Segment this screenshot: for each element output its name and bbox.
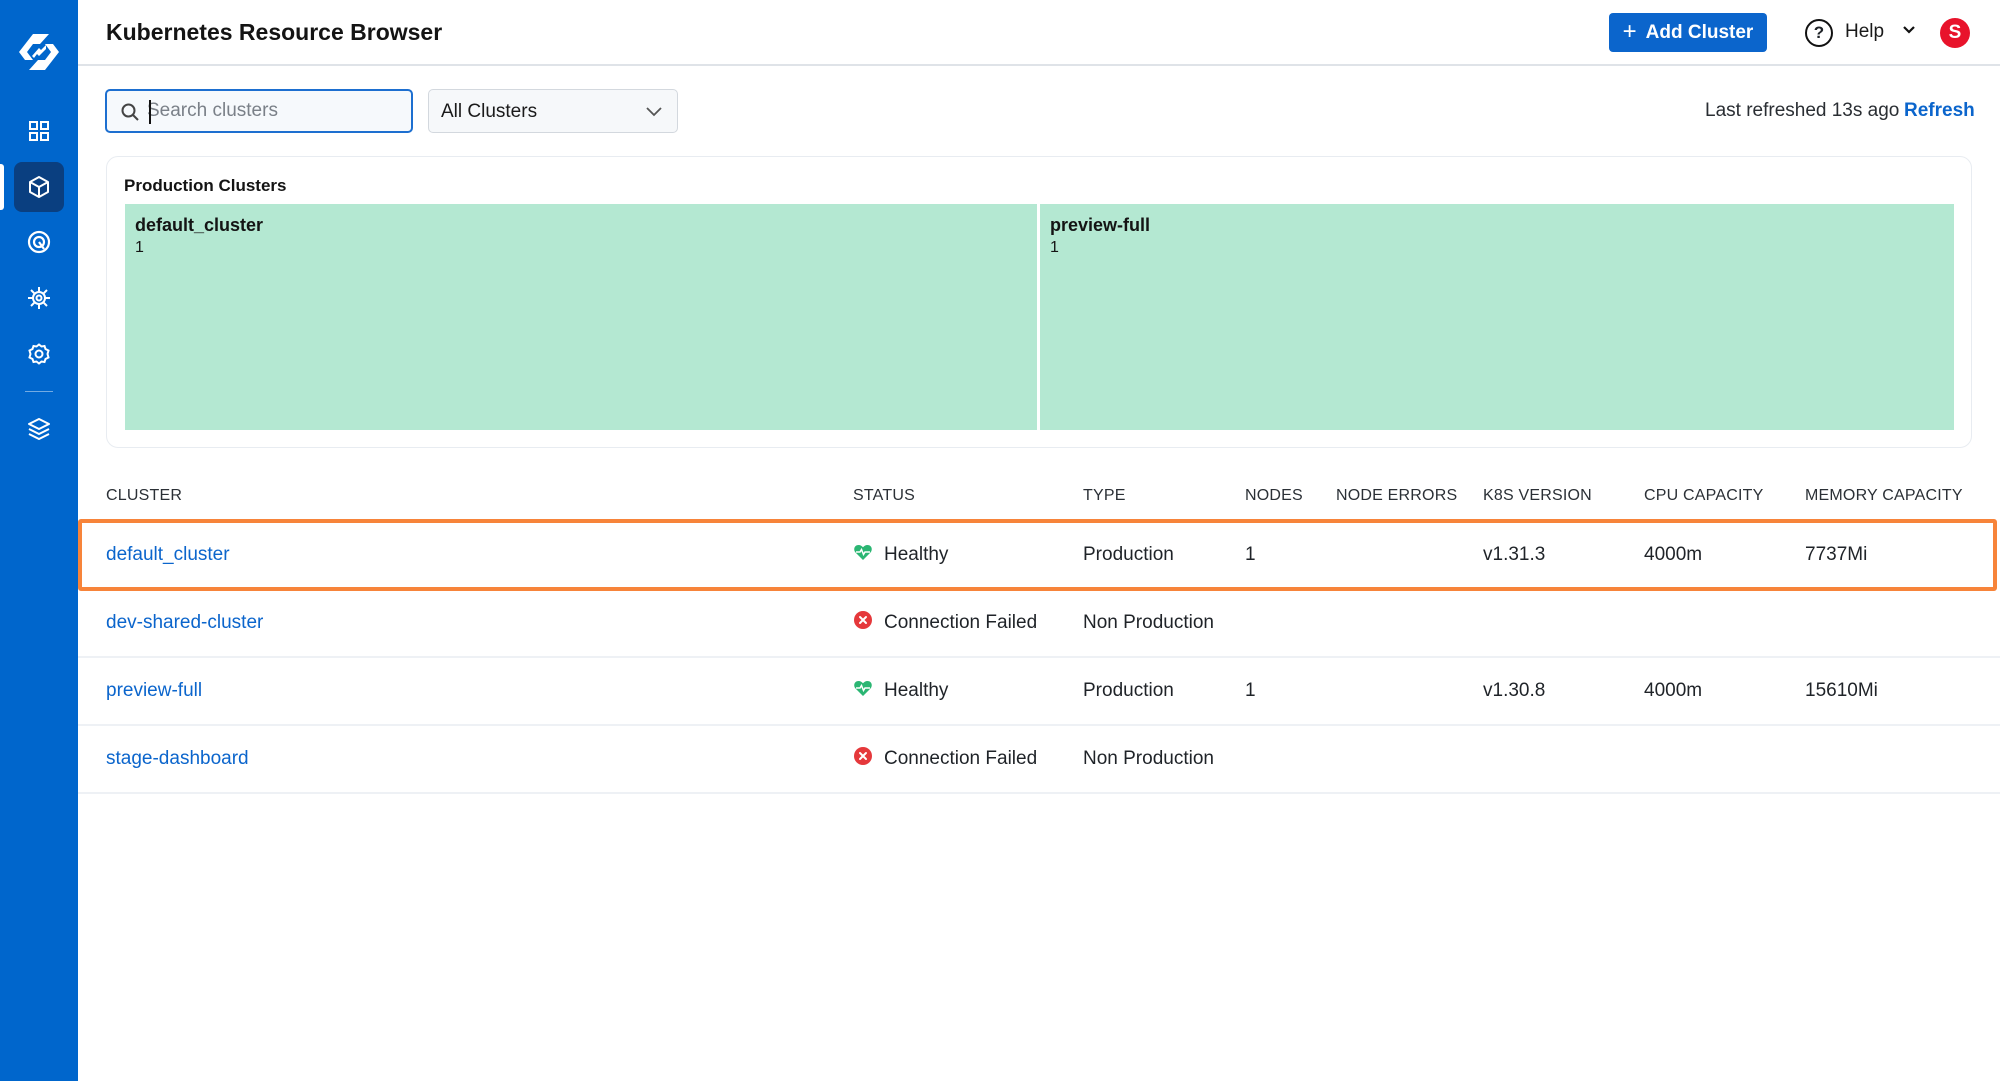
search-box[interactable]	[105, 89, 413, 133]
card-title: Production Clusters	[124, 176, 287, 195]
nodes-cell: 1	[1245, 680, 1256, 701]
column-header-k8s-version[interactable]: K8S VERSION	[1483, 487, 1592, 505]
help-icon[interactable]: ?	[1805, 19, 1833, 47]
add-cluster-button[interactable]: + Add Cluster	[1609, 13, 1767, 52]
gear-icon	[28, 343, 50, 365]
type-cell: Production	[1083, 544, 1174, 565]
status-cell: Connection Failed	[853, 610, 1037, 636]
k8s-version-cell: v1.30.8	[1483, 680, 1546, 701]
header: Kubernetes Resource Browser + Add Cluste…	[78, 0, 2000, 66]
last-refreshed-text: Last refreshed 13s ago	[1705, 100, 1900, 121]
production-clusters-card: Production Clusters default_cluster 1 pr…	[106, 156, 1972, 448]
cluster-name-link[interactable]: dev-shared-cluster	[106, 612, 263, 634]
sidebar-divider	[25, 391, 53, 392]
error-x-icon	[854, 611, 872, 629]
column-header-cluster[interactable]: CLUSTER	[106, 487, 182, 505]
plus-icon: +	[1622, 17, 1637, 45]
error-x-icon	[853, 746, 873, 772]
avatar[interactable]: S	[1940, 18, 1970, 48]
cluster-filter-value: All Clusters	[441, 101, 538, 122]
sidebar-item-layers[interactable]	[14, 404, 64, 454]
status-cell: Connection Failed	[853, 746, 1037, 772]
status-text: Healthy	[884, 544, 949, 565]
text-cursor	[149, 100, 151, 124]
table-row[interactable]: dev-shared-cluster Connection Failed Non…	[78, 590, 2000, 658]
column-header-status[interactable]: STATUS	[853, 487, 915, 505]
help-menu[interactable]: Help	[1845, 21, 1884, 43]
chevron-down-icon[interactable]	[1901, 22, 1917, 38]
heart-pulse-icon	[854, 680, 872, 696]
search-icon	[121, 103, 139, 121]
status-cell: Healthy	[853, 678, 948, 704]
column-header-memory-capacity[interactable]: MEMORY CAPACITY	[1805, 487, 1963, 505]
cluster-name-link[interactable]: stage-dashboard	[106, 748, 249, 770]
status-text: Connection Failed	[884, 748, 1038, 769]
cluster-name-link[interactable]: preview-full	[106, 680, 202, 702]
type-cell: Non Production	[1083, 748, 1214, 769]
sidebar-item-dashboard[interactable]	[14, 106, 64, 156]
heart-pulse-icon	[853, 678, 873, 704]
heart-pulse-icon	[853, 542, 873, 568]
memory-capacity-cell: 15610Mi	[1805, 680, 1878, 701]
cluster-filter-dropdown[interactable]: All Clusters	[428, 89, 678, 133]
active-indicator	[0, 164, 4, 210]
search-input[interactable]	[147, 91, 407, 131]
sidebar-item-resources[interactable]	[14, 162, 64, 212]
treemap-cell-name: default_cluster	[135, 215, 264, 235]
treemap-cell-name: preview-full	[1050, 215, 1151, 235]
ship-wheel-icon	[28, 287, 50, 309]
cpu-capacity-cell: 4000m	[1644, 544, 1703, 565]
sidebar-item-settings[interactable]	[14, 329, 64, 379]
cpu-capacity-cell: 4000m	[1644, 680, 1703, 701]
harness-logo-icon[interactable]	[17, 32, 61, 72]
treemap-cell-default-cluster[interactable]: default_cluster 1	[125, 204, 1037, 430]
table-row[interactable]: default_cluster Healthy Production 1 v1.…	[78, 519, 1997, 591]
cluster-name-link[interactable]: default_cluster	[106, 544, 230, 566]
sidebar	[0, 0, 78, 1081]
heart-pulse-icon	[854, 544, 872, 560]
k8s-version-cell: v1.31.3	[1483, 544, 1546, 565]
column-header-cpu-capacity[interactable]: CPU CAPACITY	[1644, 487, 1763, 505]
chevron-down-icon	[646, 107, 662, 117]
treemap-cell-value: 1	[1050, 239, 1059, 256]
status-text: Connection Failed	[884, 612, 1038, 633]
memory-capacity-cell: 7737Mi	[1805, 544, 1868, 565]
column-header-node-errors[interactable]: NODE ERRORS	[1336, 487, 1457, 505]
type-cell: Production	[1083, 680, 1174, 701]
cube-icon	[29, 176, 49, 198]
error-x-icon	[853, 610, 873, 636]
refresh-link[interactable]: Refresh	[1904, 100, 1975, 122]
grid-icon	[29, 121, 49, 141]
target-icon	[27, 230, 51, 254]
type-cell: Non Production	[1083, 612, 1214, 633]
column-header-nodes[interactable]: NODES	[1245, 487, 1303, 505]
status-cell: Healthy	[853, 542, 948, 568]
layers-icon	[28, 418, 50, 440]
nodes-cell: 1	[1245, 544, 1256, 565]
status-text: Healthy	[884, 680, 949, 701]
treemap-cell-value: 1	[135, 239, 144, 256]
treemap-cell-preview-full[interactable]: preview-full 1	[1040, 204, 1954, 430]
error-x-icon	[854, 747, 872, 765]
add-cluster-label: Add Cluster	[1645, 21, 1754, 43]
table-row[interactable]: stage-dashboard Connection Failed Non Pr…	[78, 726, 2000, 794]
page-title: Kubernetes Resource Browser	[106, 19, 443, 45]
sidebar-item-monitoring[interactable]	[14, 217, 64, 267]
table-row[interactable]: preview-full Healthy Production 1 v1.30.…	[78, 658, 2000, 726]
sidebar-item-helm[interactable]	[14, 273, 64, 323]
column-header-type[interactable]: TYPE	[1083, 487, 1126, 505]
